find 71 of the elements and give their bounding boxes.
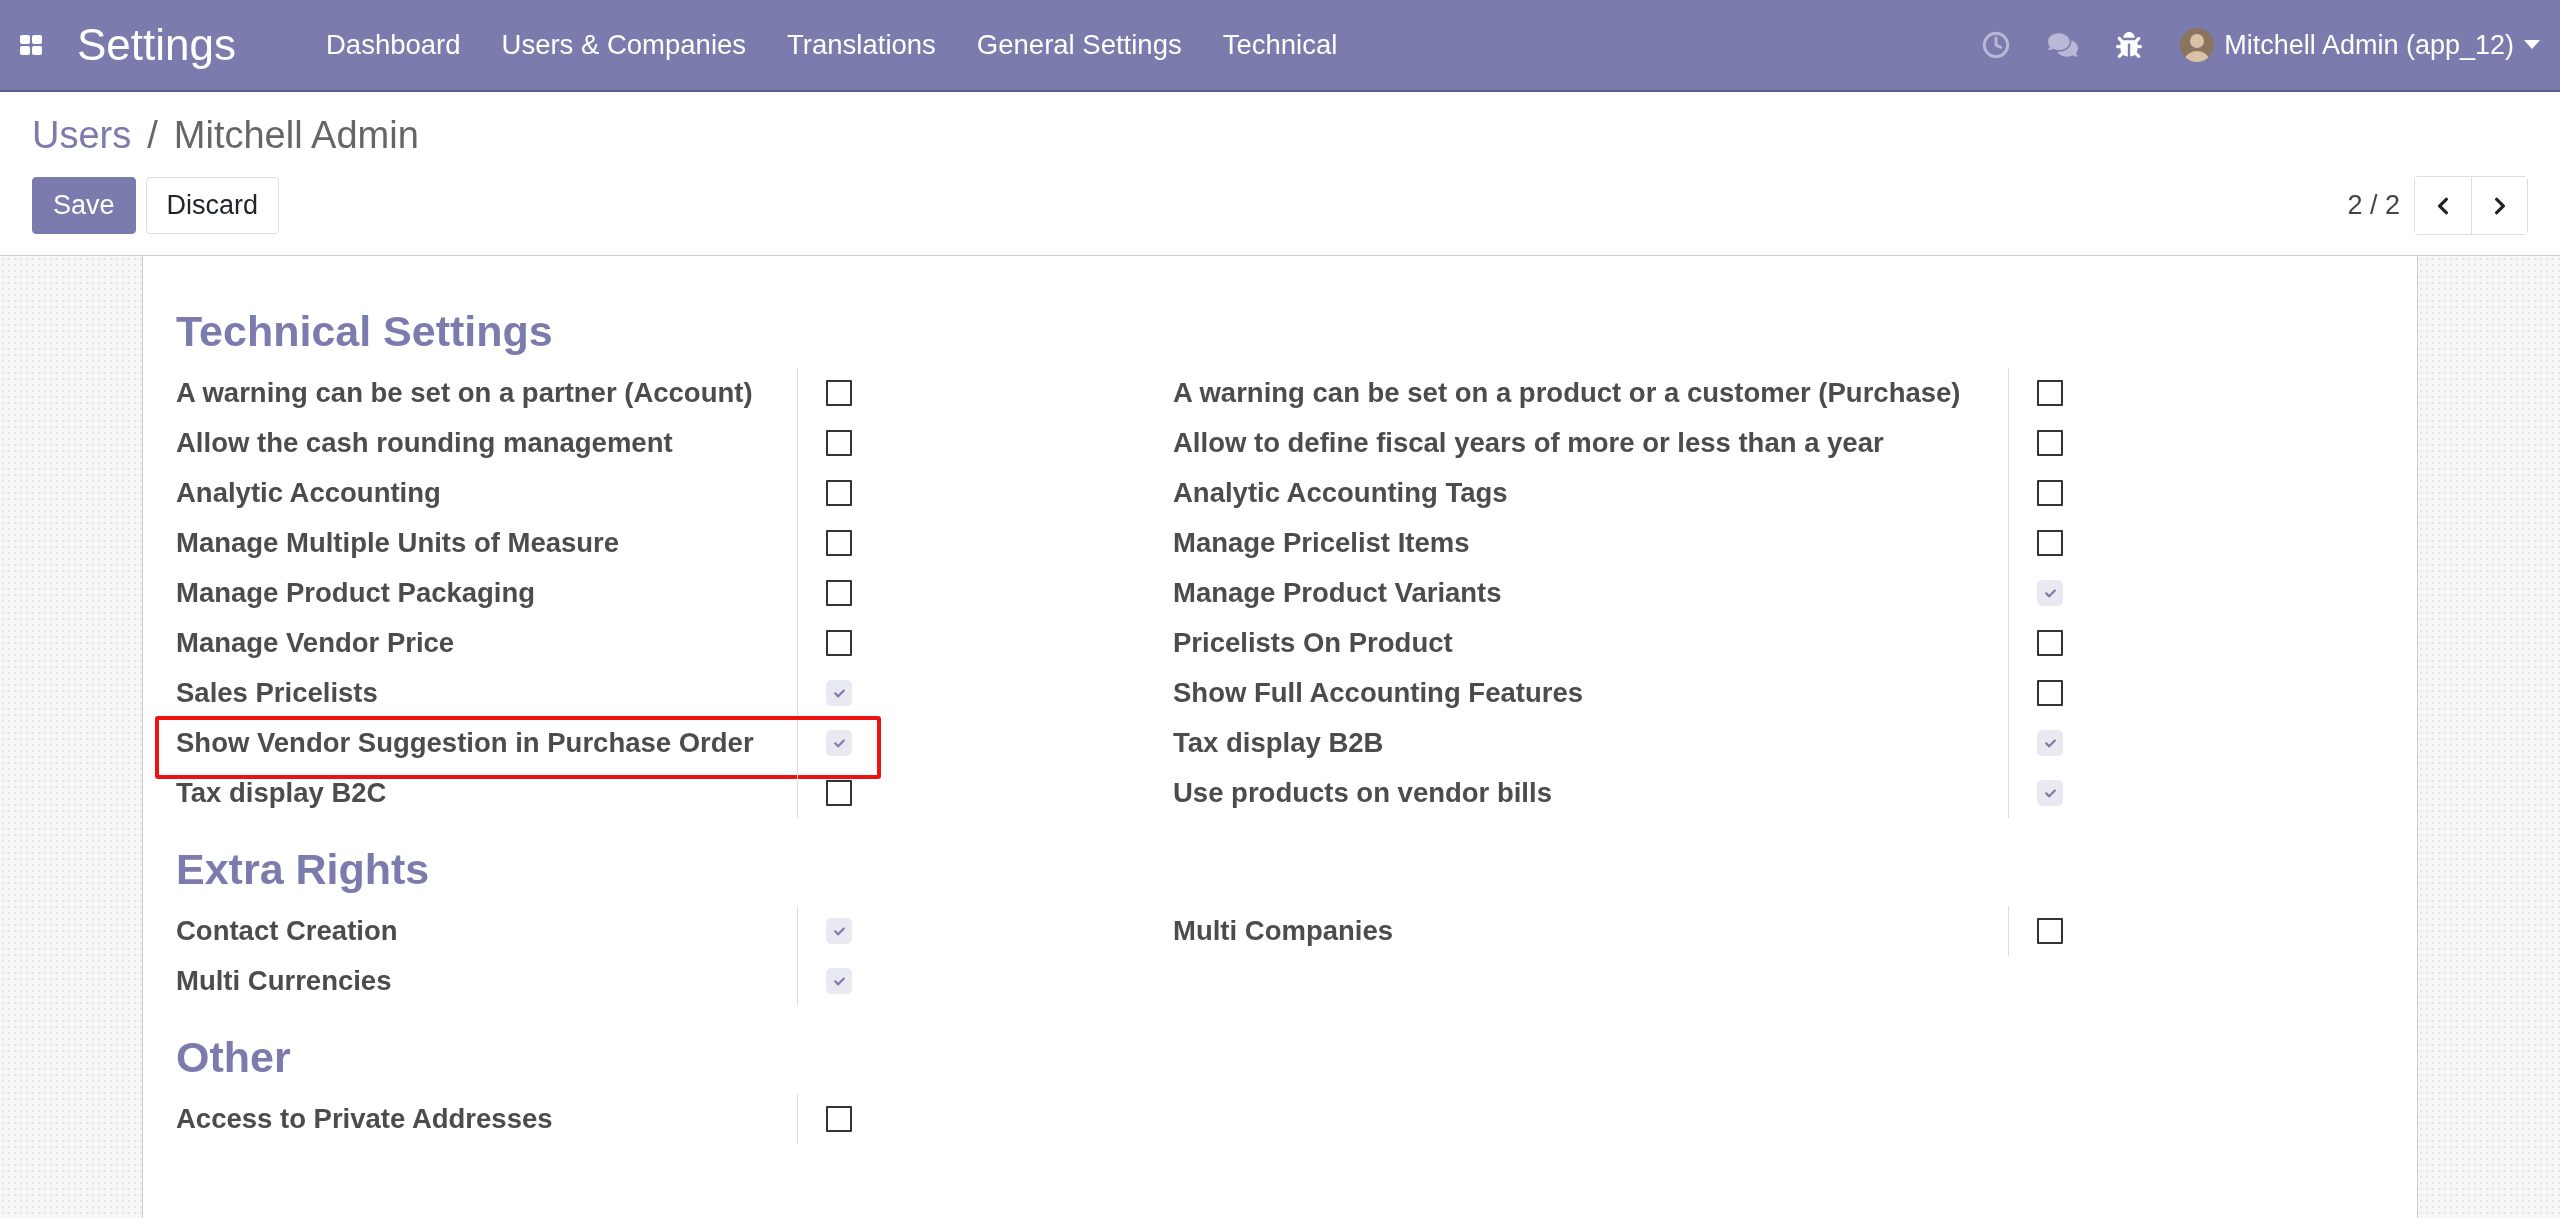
setting-label: Analytic Accounting Tags: [1173, 468, 2009, 518]
checkbox[interactable]: [826, 380, 852, 406]
caret-icon: [2524, 40, 2540, 50]
checkbox[interactable]: [826, 580, 852, 606]
setting-label: Allow the cash rounding management: [176, 418, 798, 468]
setting-label: Multi Currencies: [176, 956, 798, 1006]
setting-label: Pricelists On Product: [1173, 618, 2009, 668]
section-title: Extra Rights: [176, 844, 431, 895]
setting-label: Manage Vendor Price: [176, 618, 798, 668]
checkbox[interactable]: [826, 530, 852, 556]
bug-icon[interactable]: [2116, 32, 2143, 58]
setting-label: Access to Private Addresses: [176, 1094, 798, 1144]
pager-counter: 2 / 2: [2347, 190, 2400, 221]
checkbox[interactable]: [2037, 730, 2063, 756]
user-menu[interactable]: Mitchell Admin (app_12): [2180, 28, 2540, 62]
checkbox[interactable]: [826, 730, 852, 756]
checkbox[interactable]: [2037, 430, 2063, 456]
breadcrumb-separator: /: [147, 114, 158, 157]
checkbox[interactable]: [2037, 630, 2063, 656]
menu-item[interactable]: Technical: [1222, 29, 1338, 61]
check-icon: [833, 737, 845, 749]
check-icon: [2044, 587, 2056, 599]
checkbox[interactable]: [826, 680, 852, 706]
menu-item[interactable]: Users & Companies: [501, 29, 747, 61]
checkbox[interactable]: [2037, 918, 2063, 944]
check-icon: [2044, 737, 2056, 749]
check-icon: [833, 925, 845, 937]
setting-label: A warning can be set on a product or a customer (Purchase): [1173, 368, 2009, 418]
setting-label: Multi Companies: [1173, 906, 2009, 956]
checkbox[interactable]: [2037, 480, 2063, 506]
checkbox[interactable]: [826, 430, 852, 456]
checkbox[interactable]: [826, 968, 852, 994]
setting-label: Manage Pricelist Items: [1173, 518, 2009, 568]
checkbox[interactable]: [2037, 780, 2063, 806]
checkbox[interactable]: [826, 630, 852, 656]
setting-label: Manage Multiple Units of Measure: [176, 518, 798, 568]
menu-item[interactable]: General Settings: [976, 29, 1182, 61]
checkbox[interactable]: [826, 780, 852, 806]
checkbox[interactable]: [2037, 530, 2063, 556]
apps-grid-icon[interactable]: [20, 35, 42, 55]
menu-item[interactable]: Dashboard: [326, 29, 461, 61]
setting-label: Allow to define fiscal years of more or less than a year: [1173, 418, 2009, 468]
check-icon: [2044, 787, 2056, 799]
checkbox[interactable]: [2037, 580, 2063, 606]
setting-label: Analytic Accounting: [176, 468, 798, 518]
setting-label: Show Full Accounting Features: [1173, 668, 2009, 718]
setting-label: A warning can be set on a partner (Account): [176, 368, 798, 418]
checkbox[interactable]: [826, 1106, 852, 1132]
discard-button[interactable]: Discard: [145, 177, 280, 234]
menu-item[interactable]: Translations: [787, 29, 936, 61]
setting-label: Contact Creation: [176, 906, 798, 956]
setting-label: Manage Product Variants: [1173, 568, 2009, 618]
breadcrumb-link[interactable]: Users: [32, 114, 132, 157]
checkbox[interactable]: [826, 918, 852, 944]
setting-label: Tax display B2B: [1173, 718, 2009, 768]
setting-label: Manage Product Packaging: [176, 568, 798, 618]
setting-label: Show Vendor Suggestion in Purchase Order: [176, 718, 798, 768]
save-button[interactable]: Save: [32, 177, 136, 234]
section-title: Technical Settings: [176, 306, 554, 357]
check-icon: [833, 975, 845, 987]
breadcrumb-current: Mitchell Admin: [173, 114, 419, 157]
checkbox[interactable]: [2037, 680, 2063, 706]
checkbox[interactable]: [826, 480, 852, 506]
avatar-icon: [2180, 28, 2215, 62]
app-title: Settings: [77, 20, 236, 70]
section-title: Other: [176, 1032, 292, 1083]
checkbox[interactable]: [2037, 380, 2063, 406]
check-icon: [833, 687, 845, 699]
setting-label: Sales Pricelists: [176, 668, 798, 718]
setting-label: Use products on vendor bills: [1173, 768, 2009, 818]
setting-label: Tax display B2C: [176, 768, 798, 818]
